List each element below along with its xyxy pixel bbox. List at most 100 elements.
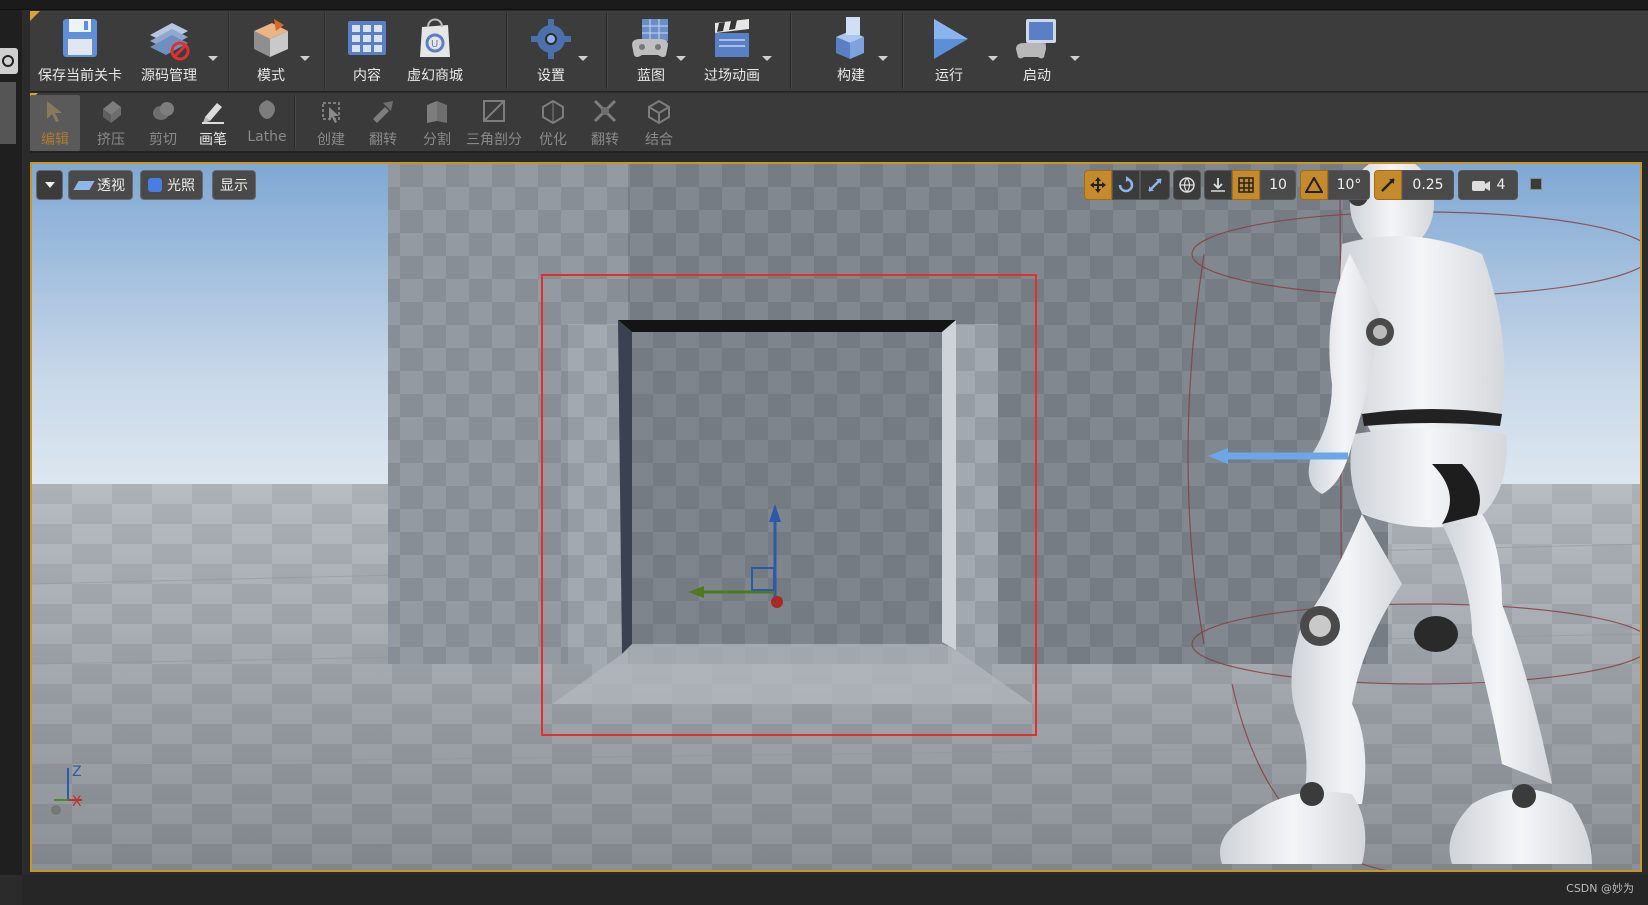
camera-speed-value: 4: [1496, 177, 1506, 193]
scale-snap-value-dropdown[interactable]: 0.25: [1402, 170, 1454, 200]
toolbar-separator: [902, 13, 904, 89]
status-bar: [22, 875, 1648, 905]
lighting-mode-button[interactable]: 光照: [140, 170, 203, 200]
settings-dropdown-icon[interactable]: [578, 56, 588, 61]
merge-button[interactable]: 结合: [634, 95, 684, 151]
lathe-icon: [253, 97, 281, 125]
surface-snap-button[interactable]: [1204, 170, 1232, 200]
axis-indicator: Z X: [51, 764, 82, 815]
clip-label: 剪切: [149, 132, 177, 148]
launch-icon: [1014, 15, 1060, 61]
optimize-button[interactable]: 优化: [528, 95, 578, 151]
rotation-snap-value: 10°: [1336, 177, 1362, 193]
marketplace-button[interactable]: U 虚幻商城: [402, 15, 468, 91]
rotate-mode-button[interactable]: [1112, 170, 1140, 200]
rotation-snap-value-dropdown[interactable]: 10°: [1328, 170, 1370, 200]
split-label: 分割: [423, 132, 451, 148]
camera-icon: [1471, 181, 1490, 191]
blueprints-label: 蓝图: [637, 68, 665, 84]
pen-button[interactable]: 画笔: [188, 95, 238, 151]
blueprints-button[interactable]: 蓝图: [626, 15, 676, 91]
create-label: 创建: [317, 132, 345, 148]
pen-icon: [199, 97, 227, 125]
left-scrollbar[interactable]: [0, 82, 16, 144]
play-button[interactable]: 运行: [918, 15, 980, 91]
clip-button[interactable]: 剪切: [138, 95, 188, 151]
create-button[interactable]: 创建: [306, 95, 356, 151]
modes-button[interactable]: 模式: [246, 15, 296, 91]
toolbar-separator: [506, 13, 508, 89]
save-level-button[interactable]: 保存当前关卡: [36, 15, 124, 91]
lit-sphere-icon: [148, 178, 162, 192]
flip-2-label: 翻转: [591, 132, 619, 148]
lathe-label: Lathe: [247, 129, 287, 145]
content-icon: [344, 15, 390, 61]
source-control-dropdown-icon[interactable]: [208, 56, 218, 61]
triangulate-label: 三角剖分: [466, 132, 522, 148]
show-label: 显示: [220, 178, 248, 194]
launch-dropdown-icon[interactable]: [1070, 56, 1080, 61]
triangulate-button[interactable]: 三角剖分: [460, 95, 528, 151]
grid-snap-toggle[interactable]: [1232, 170, 1260, 200]
optimize-icon: [539, 97, 567, 125]
launch-label: 启动: [1023, 68, 1051, 84]
svg-text:U: U: [431, 39, 438, 50]
axis-z-label: Z: [72, 764, 82, 780]
scale-mode-button[interactable]: [1140, 170, 1170, 200]
create-icon: [317, 97, 345, 125]
perspective-label: 透视: [97, 178, 125, 194]
viewport-options-button[interactable]: [36, 170, 63, 200]
settings-icon: [528, 15, 574, 61]
world-local-toggle[interactable]: [1173, 170, 1201, 200]
camera-speed-dropdown[interactable]: 4: [1458, 170, 1518, 200]
play-dropdown-icon[interactable]: [988, 56, 998, 61]
extrude-label: 挤压: [97, 132, 125, 148]
marketplace-icon: U: [412, 15, 458, 61]
flip-2-icon: [591, 97, 619, 125]
translate-mode-button[interactable]: [1084, 170, 1112, 200]
source-control-button[interactable]: 源码管理: [134, 15, 204, 91]
merge-icon: [645, 97, 673, 125]
rotation-snap-toggle[interactable]: [1300, 170, 1328, 200]
build-dropdown-icon[interactable]: [878, 56, 888, 61]
modes-label: 模式: [257, 68, 285, 84]
toolbar-separator: [606, 13, 608, 89]
maximize-viewport-icon[interactable]: [1530, 178, 1542, 190]
optimize-label: 优化: [539, 132, 567, 148]
modes-dropdown-icon[interactable]: [300, 56, 310, 61]
extrude-button[interactable]: 挤压: [86, 95, 136, 151]
flip-button[interactable]: 翻转: [358, 95, 408, 151]
cinematics-label: 过场动画: [704, 68, 760, 84]
left-panel-strip: [0, 10, 22, 875]
content-button[interactable]: 内容: [342, 15, 392, 91]
flip-2-button[interactable]: 翻转: [580, 95, 630, 151]
lathe-button[interactable]: Lathe: [238, 95, 296, 151]
show-flags-button[interactable]: 显示: [212, 170, 256, 200]
search-tab-icon[interactable]: [0, 48, 18, 74]
split-button[interactable]: 分割: [412, 95, 462, 151]
grid-icon: [1238, 177, 1254, 193]
cinematics-dropdown-icon[interactable]: [762, 56, 772, 61]
geometry-edit-button[interactable]: 编辑: [30, 95, 80, 151]
main-toolbar: 保存当前关卡 源码管理 模式 内容 U 虚幻商城 设置 蓝图 过场动画 构建 运…: [30, 11, 1648, 92]
pen-label: 画笔: [199, 132, 227, 148]
cinematics-icon: [709, 15, 755, 61]
settings-button[interactable]: 设置: [526, 15, 576, 91]
build-button[interactable]: 构建: [826, 15, 876, 91]
lighting-label: 光照: [167, 178, 195, 194]
geometry-toolbar: 编辑 挤压 剪切 画笔 Lathe 创建 翻转 分割 三角剖分 优化 翻转 结合: [30, 93, 1648, 153]
scale-snap-toggle[interactable]: [1374, 170, 1402, 200]
blueprints-dropdown-icon[interactable]: [676, 56, 686, 61]
grid-snap-value-dropdown[interactable]: 10: [1260, 170, 1296, 200]
save-icon: [57, 15, 103, 61]
perspective-button[interactable]: 透视: [68, 170, 133, 200]
scene-render: [32, 164, 1640, 870]
perspective-icon: [73, 180, 95, 190]
cinematics-button[interactable]: 过场动画: [700, 15, 764, 91]
build-icon: [828, 15, 874, 61]
level-viewport[interactable]: 透视 光照 显示 10 10° 0.25 4 Z X: [30, 162, 1642, 872]
edit-cursor-icon: [41, 97, 69, 125]
editor-window: 保存当前关卡 源码管理 模式 内容 U 虚幻商城 设置 蓝图 过场动画 构建 运…: [0, 0, 1648, 905]
launch-button[interactable]: 启动: [1012, 15, 1062, 91]
play-label: 运行: [935, 68, 963, 84]
